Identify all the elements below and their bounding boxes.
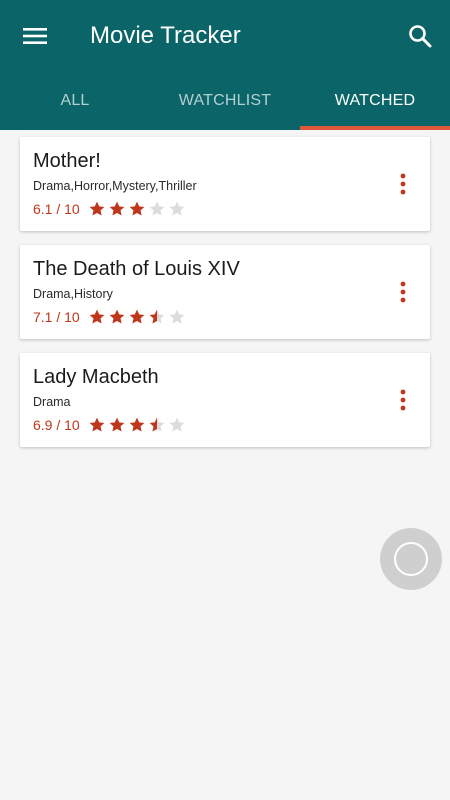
star-rating: [88, 200, 188, 218]
star-rating: [88, 308, 188, 326]
movie-genres: Drama,Horror,Mystery,Thriller: [33, 179, 197, 193]
rating-text: 6.9 / 10: [33, 417, 80, 433]
more-options-button[interactable]: [394, 279, 412, 305]
star-rating: [88, 416, 188, 434]
search-button[interactable]: [402, 18, 438, 54]
star-icon: [169, 309, 185, 324]
toolbar: Movie Tracker: [0, 0, 450, 72]
more-options-button[interactable]: [394, 387, 412, 413]
menu-button[interactable]: [18, 20, 52, 52]
star-icon: [149, 417, 165, 432]
rating-row: 6.1 / 10: [33, 199, 188, 219]
tab-bar: ALL WATCHLIST WATCHED: [0, 72, 450, 130]
movie-card[interactable]: Mother! Drama,Horror,Mystery,Thriller 6.…: [20, 137, 430, 231]
tab-watched[interactable]: WATCHED: [300, 72, 450, 130]
app-title: Movie Tracker: [90, 22, 241, 49]
star-icon: [149, 201, 165, 216]
star-icon: [109, 201, 125, 216]
movie-list: Mother! Drama,Horror,Mystery,Thriller 6.…: [20, 137, 430, 461]
movie-title: The Death of Louis XIV: [33, 258, 240, 280]
menu-icon: [23, 28, 47, 44]
rating-row: 6.9 / 10: [33, 415, 188, 435]
star-icon: [89, 417, 105, 432]
floating-action-button[interactable]: [380, 528, 442, 590]
more-vert-icon: [400, 389, 406, 411]
more-vert-icon: [400, 281, 406, 303]
rating-text: 6.1 / 10: [33, 201, 80, 217]
star-icon: [149, 309, 165, 324]
movie-title: Mother!: [33, 150, 101, 172]
movie-card[interactable]: Lady Macbeth Drama 6.9 / 10: [20, 353, 430, 447]
star-icon: [169, 201, 185, 216]
more-options-button[interactable]: [394, 171, 412, 197]
tab-all[interactable]: ALL: [0, 72, 150, 130]
star-icon: [109, 309, 125, 324]
movie-genres: Drama: [33, 395, 71, 409]
star-icon: [109, 417, 125, 432]
star-icon: [89, 201, 105, 216]
movie-title: Lady Macbeth: [33, 366, 159, 388]
active-tab-indicator: [300, 126, 450, 130]
rating-row: 7.1 / 10: [33, 307, 188, 327]
star-icon: [169, 417, 185, 432]
circle-icon: [394, 542, 428, 576]
rating-text: 7.1 / 10: [33, 309, 80, 325]
tab-watchlist[interactable]: WATCHLIST: [150, 72, 300, 130]
star-icon: [89, 309, 105, 324]
movie-card[interactable]: The Death of Louis XIV Drama,History 7.1…: [20, 245, 430, 339]
star-icon: [129, 309, 145, 324]
app-bar: Movie Tracker ALL WATCHLIST WATCHED: [0, 0, 450, 130]
star-icon: [129, 201, 145, 216]
more-vert-icon: [400, 173, 406, 195]
star-icon: [129, 417, 145, 432]
search-icon: [409, 25, 432, 48]
movie-genres: Drama,History: [33, 287, 113, 301]
